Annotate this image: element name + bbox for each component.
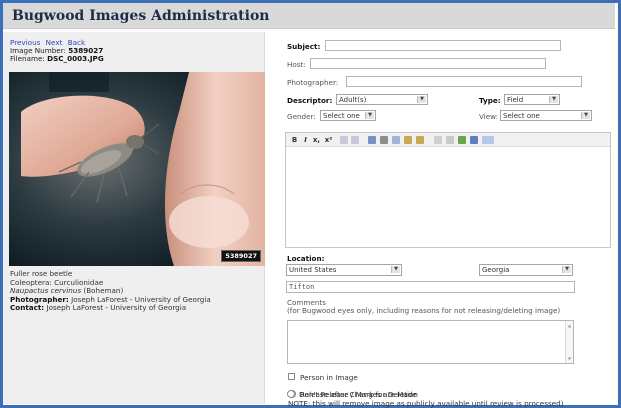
specimen-photo: 5389027 bbox=[9, 72, 265, 266]
app-header: Bugwood Images Administration bbox=[3, 3, 615, 29]
image-caption: Fuller rose beetle Coleoptera: Curculion… bbox=[10, 269, 211, 313]
italic-button[interactable]: I bbox=[301, 136, 310, 144]
chevron-down-icon: ▼ bbox=[391, 266, 400, 273]
country-select[interactable]: United States ▼ bbox=[286, 264, 402, 276]
bold-button[interactable]: B bbox=[290, 136, 299, 144]
find-icon[interactable] bbox=[470, 136, 478, 144]
contact-value: Joseph LaForest - University of Georgia bbox=[46, 303, 187, 313]
view-value: Select one bbox=[503, 112, 540, 120]
type-value: Field bbox=[507, 96, 524, 104]
dont-release-radio[interactable] bbox=[287, 390, 295, 398]
indent-icon[interactable] bbox=[340, 136, 348, 144]
state-select[interactable]: Georgia ▼ bbox=[479, 264, 573, 276]
spellcheck-icon[interactable] bbox=[458, 136, 466, 144]
filename-label: Filename: bbox=[10, 54, 45, 63]
chevron-down-icon: ▼ bbox=[581, 112, 590, 119]
beetle-on-finger-image bbox=[9, 72, 265, 266]
image-panel: Previous Next Back Image Number: 5389027… bbox=[3, 32, 265, 404]
photographer-input[interactable] bbox=[346, 76, 582, 87]
chevron-down-icon: ▼ bbox=[562, 266, 571, 273]
comments-note: (for Bugwood eyes only, including reason… bbox=[287, 306, 561, 315]
comments-scrollbar[interactable] bbox=[565, 321, 573, 363]
subject-label: Subject: bbox=[287, 42, 321, 51]
paste-text-icon[interactable] bbox=[416, 136, 424, 144]
location-label: Location: bbox=[287, 254, 325, 263]
descriptor-value: Adult(s) bbox=[339, 96, 367, 104]
view-select[interactable]: Select one ▼ bbox=[500, 110, 592, 121]
rich-text-editor[interactable]: B I x, x² bbox=[285, 132, 611, 248]
gender-select[interactable]: Select one ▼ bbox=[320, 110, 376, 121]
chevron-down-icon: ▼ bbox=[365, 112, 374, 119]
host-input[interactable] bbox=[310, 58, 546, 69]
view-label: View: bbox=[479, 112, 499, 121]
descriptor-label: Descriptor: bbox=[287, 96, 333, 105]
state-value: Georgia bbox=[482, 266, 510, 274]
type-label: Type: bbox=[479, 96, 501, 105]
host-label: Host: bbox=[287, 60, 306, 69]
edit-form: Subject: Host: Photographer: Descriptor:… bbox=[280, 36, 612, 408]
type-select[interactable]: Field ▼ bbox=[504, 94, 560, 105]
paste-icon[interactable] bbox=[404, 136, 412, 144]
photographer-label: Photographer: bbox=[287, 78, 339, 87]
gender-value: Select one bbox=[323, 112, 360, 120]
country-value: United States bbox=[289, 266, 337, 274]
cut-icon[interactable] bbox=[380, 136, 388, 144]
chevron-down-icon: ▼ bbox=[417, 96, 426, 103]
contact-line: Contact: Joseph LaForest - University of… bbox=[10, 304, 211, 313]
word-paste-icon[interactable] bbox=[482, 136, 494, 144]
special-char-icon[interactable] bbox=[446, 136, 454, 144]
subject-input[interactable] bbox=[325, 40, 561, 51]
image-filename: Filename: DSC_0003.JPG bbox=[10, 55, 104, 63]
copy-icon[interactable] bbox=[392, 136, 400, 144]
chevron-down-icon: ▼ bbox=[549, 96, 558, 103]
person-in-image-checkbox[interactable] bbox=[288, 373, 295, 380]
dont-release-label: Don't Release / Mark for Deletion bbox=[299, 390, 418, 399]
app-title: Bugwood Images Administration bbox=[12, 8, 270, 24]
select-all-icon[interactable] bbox=[368, 136, 376, 144]
horizontal-rule-icon[interactable] bbox=[434, 136, 442, 144]
filename-value: DSC_0003.JPG bbox=[47, 54, 104, 63]
county-input[interactable]: Tifton bbox=[286, 281, 575, 293]
superscript-button[interactable]: x² bbox=[324, 136, 333, 144]
subscript-button[interactable]: x, bbox=[312, 136, 321, 144]
gender-label: Gender: bbox=[287, 112, 316, 121]
outdent-icon[interactable] bbox=[351, 136, 359, 144]
comments-textarea[interactable] bbox=[287, 320, 574, 364]
editor-toolbar: B I x, x² bbox=[286, 133, 610, 147]
contact-label: Contact: bbox=[10, 303, 45, 313]
descriptor-select[interactable]: Adult(s) ▼ bbox=[336, 94, 428, 105]
person-in-image-label: Person in Image bbox=[300, 373, 358, 382]
release-note: NOTE: this will remove image as publicly… bbox=[288, 399, 564, 408]
image-number-badge: 5389027 bbox=[221, 250, 261, 262]
